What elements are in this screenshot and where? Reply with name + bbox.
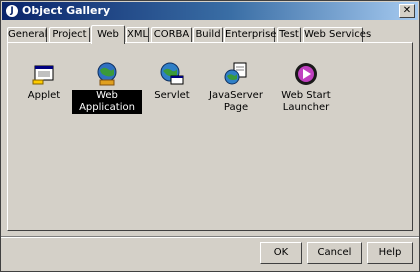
close-icon: ✕ (402, 5, 412, 16)
ok-button[interactable]: OK (260, 242, 302, 264)
cancel-button[interactable]: Cancel (307, 242, 362, 264)
gallery-item-javaserver-page[interactable]: JavaServer Page (198, 61, 274, 114)
close-button[interactable]: ✕ (399, 4, 415, 18)
web-application-icon (97, 62, 117, 86)
tab-corba[interactable]: CORBA (151, 27, 192, 42)
tab-web[interactable]: Web (91, 25, 125, 44)
gallery-item-label: Web Application (72, 90, 142, 114)
gallery-item-label: JavaServer Page (209, 90, 263, 113)
tab-build[interactable]: Build (193, 27, 223, 42)
jsp-icon (224, 62, 247, 85)
servlet-icon (160, 62, 184, 85)
tab-web-services[interactable]: Web Services (303, 27, 371, 42)
gallery-item-web-start-launcher[interactable]: Web Start Launcher (278, 61, 334, 114)
object-gallery-dialog: J Object Gallery ✕ General Project Web X… (0, 0, 420, 272)
separator (1, 236, 419, 238)
help-button[interactable]: Help (367, 242, 413, 264)
tab-project[interactable]: Project (49, 27, 90, 42)
applet-icon (32, 65, 54, 85)
gallery-item-applet[interactable]: Applet (22, 61, 66, 102)
gallery-item-web-application[interactable]: Web Application (72, 61, 142, 114)
tab-general[interactable]: General (7, 27, 47, 42)
tab-xml[interactable]: XML (126, 27, 149, 42)
web-start-launcher-icon (295, 63, 317, 85)
gallery-item-label: Applet (27, 90, 61, 101)
gallery-panel: Applet Web Application Servlet JavaServe… (7, 42, 413, 231)
title-bar[interactable]: J Object Gallery ✕ (2, 2, 418, 20)
gallery-item-servlet[interactable]: Servlet (152, 61, 192, 102)
window-title: Object Gallery (22, 4, 111, 17)
java-app-icon: J (5, 4, 19, 18)
tab-enterprise[interactable]: Enterprise (224, 27, 276, 42)
gallery-item-label: Servlet (154, 90, 190, 101)
tab-test[interactable]: Test (277, 27, 301, 42)
gallery-item-label: Web Start Launcher (281, 90, 331, 113)
